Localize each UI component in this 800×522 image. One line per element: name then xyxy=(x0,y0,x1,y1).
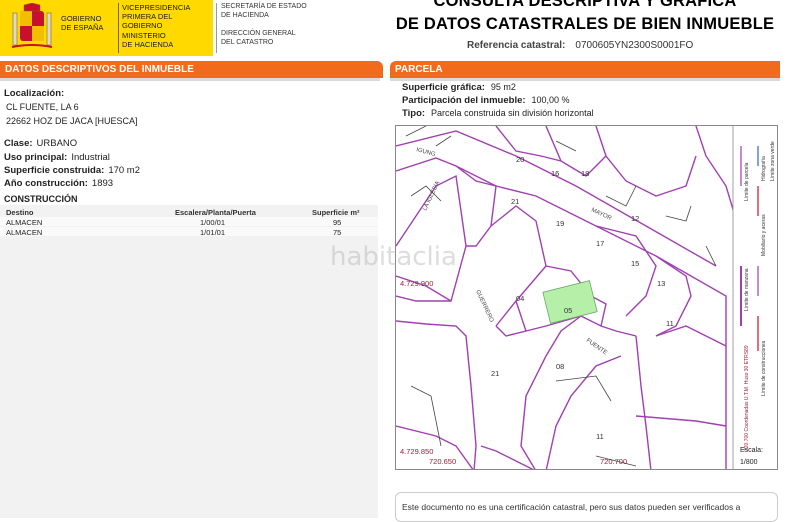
table-row-bg xyxy=(0,227,378,236)
table-cell: ALMACEN xyxy=(6,228,43,237)
page-title-line2: DE DATOS CATASTRALES DE BIEN INMUEBLE xyxy=(395,15,775,33)
table-cell: 95 xyxy=(333,218,342,227)
parcel-label: 17 xyxy=(596,239,604,248)
location-label: Localización: xyxy=(4,88,65,99)
bar-shadow xyxy=(0,78,380,81)
construction-table-bg xyxy=(0,205,378,518)
parcel-label: 11 xyxy=(666,319,674,328)
coord-x-left: 720.650 xyxy=(429,457,456,466)
street-label: GUERRERO xyxy=(474,289,494,323)
parcel-label: 21 xyxy=(511,197,519,206)
table-cell: 1/01/01 xyxy=(200,228,226,237)
divider xyxy=(118,3,119,53)
page-title-line1: CONSULTA DESCRIPTIVA Y GRÁFICA xyxy=(433,0,737,10)
secretariat-name: SECRETARÍA DE ESTADO DE HACIENDA xyxy=(221,3,307,19)
svg-text:Límite zona verde: Límite zona verde xyxy=(770,141,776,181)
table-row-bg xyxy=(0,217,378,226)
table-header-superficie: Superficie m² xyxy=(312,208,360,217)
built-area-field: Superficie construida: 170 m2 xyxy=(4,165,140,176)
parcel-label: 18 xyxy=(581,169,589,178)
cadastral-map[interactable]: 04 05 08 21 11 13 15 16 17 18 19 20 21 1… xyxy=(395,125,778,470)
section-bar-parcel: PARCELA xyxy=(390,61,780,78)
street-label: LA IGLESIA xyxy=(422,180,441,212)
participation-field: Participación del inmueble: 100,00 % xyxy=(402,95,570,106)
parcel-label: 16 xyxy=(551,169,559,178)
street-label: IGUNG xyxy=(415,147,436,158)
directorate-name: DIRECCIÓN GENERAL DEL CATASTRO xyxy=(221,30,296,46)
scale-label: Escala: xyxy=(740,447,763,454)
coord-y-top: 4.729.900 xyxy=(400,279,433,288)
location-line2: 22662 HOZ DE JACA [HUESCA] xyxy=(6,116,138,126)
ministry-name: MINISTERIO DE HACIENDA xyxy=(122,31,174,49)
svg-text:Límite de parcela: Límite de parcela xyxy=(744,162,750,201)
section-bar-descriptive: DATOS DESCRIPTIVOS DEL INMUEBLE xyxy=(0,61,383,78)
street-label: FUENTE xyxy=(585,338,608,357)
street-label: MAYOR xyxy=(590,207,613,222)
coord-x-right: 720.700 xyxy=(600,457,627,466)
government-banner: GOBIERNO DE ESPAÑA VICEPRESIDENCIA PRIME… xyxy=(0,0,213,56)
table-header-destino: Destino xyxy=(6,208,34,217)
parcel-label: 21 xyxy=(491,369,499,378)
location-line1: CL FUENTE, LA 6 xyxy=(6,102,79,112)
year-built-field: Año construcción: 1893 xyxy=(4,178,114,189)
svg-text:Límite de construcciones: Límite de construcciones xyxy=(761,340,767,396)
parcel-label: 11 xyxy=(596,432,604,441)
coat-of-arms-icon xyxy=(11,3,53,48)
vicepresidency-name: VICEPRESIDENCIA PRIMERA DEL GOBIERNO xyxy=(122,3,191,30)
parcel-label: 13 xyxy=(657,279,665,288)
table-cell: ALMACEN xyxy=(6,218,43,227)
divider xyxy=(216,3,217,53)
graphic-area-field: Superficie gráfica: 95 m2 xyxy=(402,82,516,93)
svg-text:Límite de manzana: Límite de manzana xyxy=(744,268,750,311)
gov-name: GOBIERNO DE ESPAÑA xyxy=(61,14,104,32)
watermark-text: habitaclia xyxy=(330,242,457,272)
parcel-label: 12 xyxy=(631,214,639,223)
svg-text:Hidrografía: Hidrografía xyxy=(761,156,767,181)
table-cell: 75 xyxy=(333,228,342,237)
parcel-label: 08 xyxy=(556,362,564,371)
bar-shadow xyxy=(390,78,780,81)
parcel-label: 20 xyxy=(516,155,524,164)
parcel-label: 15 xyxy=(631,259,639,268)
table-cell: 1/00/01 xyxy=(200,218,226,227)
svg-text:720.700 Coordenadas U.T.M. Hus: 720.700 Coordenadas U.T.M. Huso 30 ETRS8… xyxy=(744,345,750,451)
construction-title: CONSTRUCCIÓN xyxy=(4,194,78,204)
scale-value: 1/800 xyxy=(740,459,758,466)
parcel-label: 04 xyxy=(516,294,524,303)
svg-text:Mobiliario y aceras: Mobiliario y aceras xyxy=(761,214,767,256)
use-field: Uso principal: Industrial xyxy=(4,152,110,163)
table-header-escalera: Escalera/Planta/Puerta xyxy=(175,208,256,217)
cadastral-map-drawing: 04 05 08 21 11 13 15 16 17 18 19 20 21 1… xyxy=(396,126,777,469)
cadastral-reference: Referencia catastral: 0700605YN2300S0001F… xyxy=(467,40,694,51)
parcel-label: 05 xyxy=(564,306,572,315)
coord-y-bottom: 4.729.850 xyxy=(400,447,433,456)
parcel-label: 19 xyxy=(556,219,564,228)
class-field: Clase: URBANO xyxy=(4,138,78,149)
type-field: Tipo: Parcela construida sin división hor… xyxy=(402,108,594,119)
